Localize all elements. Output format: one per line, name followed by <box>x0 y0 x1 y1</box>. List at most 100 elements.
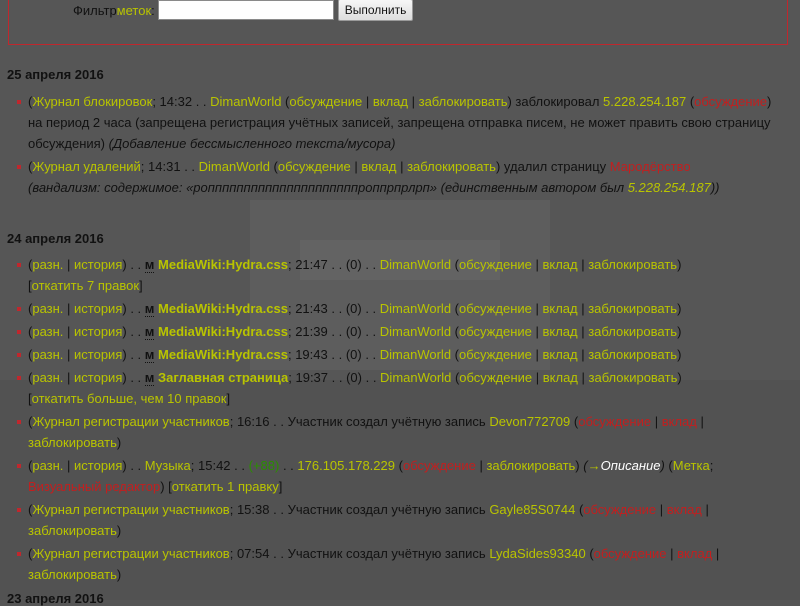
talk-link[interactable]: обсуждение <box>459 347 532 362</box>
filter-label-colon: : <box>151 2 155 18</box>
block-link[interactable]: заблокировать <box>588 324 677 339</box>
talk-link[interactable]: обсуждение <box>578 414 651 429</box>
block-link[interactable]: заблокировать <box>588 257 677 272</box>
timestamp: 19:43 <box>295 347 328 362</box>
talk-link[interactable]: обсуждение <box>459 324 532 339</box>
user-link[interactable]: DimanWorld <box>210 94 281 109</box>
log-link[interactable]: Журнал регистрации участников <box>32 414 229 429</box>
list-item: (разн. | история) . . м MediaWiki:Hydra.… <box>17 298 787 319</box>
contribs-link[interactable]: вклад <box>361 159 396 174</box>
page-link[interactable]: Музыка <box>145 458 191 473</box>
page-link[interactable]: MediaWiki:Hydra.css <box>158 257 288 272</box>
diff-link[interactable]: разн. <box>32 458 63 473</box>
timestamp: 21:47 <box>295 257 328 272</box>
diff-link[interactable]: разн. <box>32 257 63 272</box>
log-link[interactable]: Журнал регистрации участников <box>32 546 229 561</box>
tag-value: Визуальный редактор <box>28 479 161 494</box>
user-link[interactable]: DimanWorld <box>380 301 451 316</box>
new-user-link[interactable]: Gayle85S0744 <box>489 502 575 517</box>
block-link[interactable]: заблокировать <box>419 94 508 109</box>
block-link[interactable]: заблокировать <box>407 159 496 174</box>
user-link[interactable]: DimanWorld <box>380 347 451 362</box>
new-user-link[interactable]: LydaSides93340 <box>489 546 585 561</box>
target-talk-link[interactable]: обсуждение <box>694 94 767 109</box>
tag-filter-row: Фильтр меток : Выполнить <box>73 0 414 21</box>
log-link[interactable]: Журнал удалений <box>32 159 140 174</box>
ip-user-link[interactable]: 176.105.178.229 <box>297 458 395 473</box>
history-link[interactable]: история <box>74 347 122 362</box>
rollback-link[interactable]: откатить 1 правку <box>172 479 279 494</box>
user-link[interactable]: DimanWorld <box>380 370 451 385</box>
list-item: (Журнал регистрации участников; 07:54 . … <box>17 543 787 585</box>
minor-edit-flag: м <box>144 324 155 340</box>
contribs-link[interactable]: вклад <box>542 301 577 316</box>
talk-link[interactable]: обсуждение <box>403 458 476 473</box>
rollback-link[interactable]: откатить 7 правок <box>32 278 139 293</box>
diff-link[interactable]: разн. <box>32 370 63 385</box>
page-link[interactable]: MediaWiki:Hydra.css <box>158 324 288 339</box>
user-link[interactable]: DimanWorld <box>380 324 451 339</box>
block-link[interactable]: заблокировать <box>588 347 677 362</box>
timestamp: 14:31 <box>148 159 181 174</box>
rollback-link[interactable]: откатить больше, чем 10 правок <box>32 391 227 406</box>
talk-link[interactable]: обсуждение <box>289 94 362 109</box>
history-link[interactable]: история <box>74 301 122 316</box>
block-link[interactable]: заблокировать <box>28 567 117 582</box>
contribs-link[interactable]: вклад <box>677 546 712 561</box>
contribs-link[interactable]: вклад <box>543 370 578 385</box>
contribs-link[interactable]: вклад <box>667 502 702 517</box>
list-item: (Журнал регистрации участников; 15:38 . … <box>17 499 787 541</box>
deletion-reason: (вандализм: содержимое: «роппппппппппппп… <box>28 180 628 195</box>
block-link[interactable]: заблокировать <box>589 370 678 385</box>
talk-link[interactable]: обсуждение <box>459 370 532 385</box>
contribs-link[interactable]: вклад <box>542 347 577 362</box>
contribs-link[interactable]: вклад <box>542 257 577 272</box>
timestamp: 07:54 <box>236 546 270 561</box>
timestamp: 19:37 <box>295 370 329 385</box>
history-link[interactable]: история <box>74 257 122 272</box>
size-change: (0) <box>345 301 362 316</box>
target-ip-link[interactable]: 5.228.254.187 <box>603 94 686 109</box>
page-link[interactable]: Заглавная страница <box>158 370 288 385</box>
section-arrow-link[interactable]: → <box>588 458 601 473</box>
diff-link[interactable]: разн. <box>32 324 63 339</box>
submit-button[interactable]: Выполнить <box>337 0 414 21</box>
history-link[interactable]: история <box>74 370 122 385</box>
log-link[interactable]: Журнал регистрации участников <box>32 502 229 517</box>
block-link[interactable]: заблокировать <box>486 458 575 473</box>
timestamp: 21:39 <box>295 324 328 339</box>
page-link[interactable]: MediaWiki:Hydra.css <box>158 347 288 362</box>
timestamp: 15:38 <box>236 502 270 517</box>
block-link[interactable]: заблокировать <box>28 523 117 538</box>
contribs-link[interactable]: вклад <box>662 414 697 429</box>
page-link[interactable]: MediaWiki:Hydra.css <box>158 301 288 316</box>
size-change: (0) <box>345 324 362 339</box>
tag-filter-input[interactable] <box>157 0 334 20</box>
talk-link[interactable]: обсуждение <box>278 159 351 174</box>
talk-link[interactable]: обсуждение <box>594 546 667 561</box>
block-reason: (Добавление бессмысленного текста/мусора… <box>108 136 396 151</box>
diff-link[interactable]: разн. <box>32 347 63 362</box>
talk-link[interactable]: обсуждение <box>583 502 656 517</box>
talk-link[interactable]: обсуждение <box>459 301 532 316</box>
talk-link[interactable]: обсуждение <box>459 257 532 272</box>
filter-label: Фильтр <box>73 2 117 18</box>
user-link[interactable]: DimanWorld <box>380 257 451 272</box>
contribs-link[interactable]: вклад <box>542 324 577 339</box>
timestamp: 14:32 <box>159 94 193 109</box>
block-link[interactable]: заблокировать <box>588 301 677 316</box>
new-user-link[interactable]: Devon772709 <box>489 414 570 429</box>
day-heading: 25 апреля 2016 <box>7 67 104 82</box>
history-link[interactable]: история <box>74 458 122 473</box>
diff-link[interactable]: разн. <box>32 301 63 316</box>
history-link[interactable]: история <box>74 324 122 339</box>
block-link[interactable]: заблокировать <box>28 435 117 450</box>
contribs-link[interactable]: вклад <box>373 94 408 109</box>
tags-link[interactable]: меток <box>117 3 151 18</box>
edit-summary: Описание <box>600 458 661 473</box>
deleted-page-link[interactable]: Мародёрство <box>610 159 691 174</box>
log-link[interactable]: Журнал блокировок <box>32 94 152 109</box>
tags-link[interactable]: Метка <box>673 458 710 473</box>
author-ip-link[interactable]: 5.228.254.187 <box>628 180 711 195</box>
user-link[interactable]: DimanWorld <box>199 159 270 174</box>
